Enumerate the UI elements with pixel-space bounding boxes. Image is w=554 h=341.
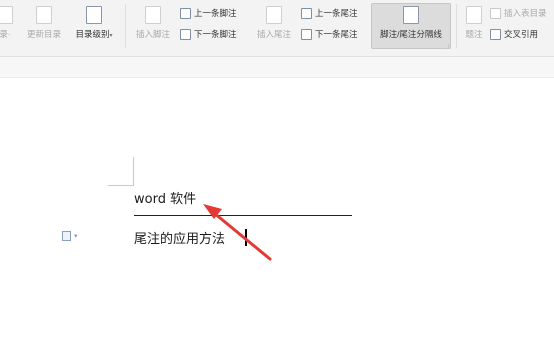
prev-footnote-label: 上一条脚注 [194,8,237,18]
insert-endnote-icon [266,6,282,24]
document-page[interactable] [0,78,554,341]
next-footnote-label: 下一条脚注 [194,29,237,39]
next-footnote-button[interactable]: 下一条脚注 [180,28,237,40]
separator-line-label: 脚注/尾注分隔线 [380,29,442,39]
next-endnote-label: 下一条尾注 [315,29,358,39]
prev-endnote-label: 上一条尾注 [315,8,358,18]
toc-level-label: 目录级别 [75,29,110,39]
group-divider [125,4,126,48]
update-toc-label: 更新目录 [26,29,61,39]
toc-level-button[interactable]: 目录级别▾ [68,4,120,40]
cross-reference-icon [490,28,501,40]
text-cursor [245,229,247,246]
endnote-text-line[interactable]: 尾注的应用方法 [134,228,225,247]
caption-icon [466,6,482,24]
insert-footnote-button[interactable]: 插入脚注 [131,4,175,40]
table-of-figures-label: 插入表目录 [504,8,547,18]
paragraph-layout-icon[interactable] [62,231,71,241]
toc-label: 录· [0,29,11,39]
caption-label: 题注 [465,29,483,39]
cross-reference-button[interactable]: 交叉引用 [490,28,538,40]
update-toc-icon [36,6,52,24]
prev-endnote-icon [301,7,312,19]
toc-icon [0,6,13,24]
chevron-down-icon[interactable]: ▾ [74,232,78,240]
toc-level-icon [86,6,102,24]
insert-footnote-label: 插入脚注 [135,29,170,39]
prev-footnote-icon [180,7,191,19]
toc-button[interactable]: 录· [0,4,16,40]
next-endnote-icon [301,28,312,40]
insert-endnote-button[interactable]: 插入尾注 [252,4,296,40]
cross-reference-label: 交叉引用 [504,29,539,39]
page-margin-corner-mark [108,157,134,186]
group-divider [456,4,457,48]
dialog-launcher-icon[interactable] [444,44,449,49]
prev-endnote-button[interactable]: 上一条尾注 [301,7,358,19]
footnote-separator-line [134,215,352,216]
ribbon-toolbar: 录· 更新目录 目录级别▾ 插入脚注 上一条脚注 下一条脚注 插入尾注 上一条尾… [0,0,554,57]
insert-footnote-icon [145,6,161,24]
table-of-figures-icon [490,7,501,19]
footnote-text-line-1[interactable]: word 软件 [134,188,196,207]
insert-table-of-figures-button[interactable]: 插入表目录 [490,7,547,19]
separator-line-icon [403,6,419,24]
dropdown-arrow-icon: ▾ [109,33,113,39]
ribbon-bottom-bar [0,57,554,78]
footnote-separator-line-button[interactable]: 脚注/尾注分隔线 [371,4,451,40]
update-toc-button[interactable]: 更新目录 [22,4,66,40]
next-endnote-button[interactable]: 下一条尾注 [301,28,358,40]
next-footnote-icon [180,28,191,40]
caption-button[interactable]: 题注 [461,4,487,40]
insert-endnote-label: 插入尾注 [256,29,291,39]
prev-footnote-button[interactable]: 上一条脚注 [180,7,237,19]
